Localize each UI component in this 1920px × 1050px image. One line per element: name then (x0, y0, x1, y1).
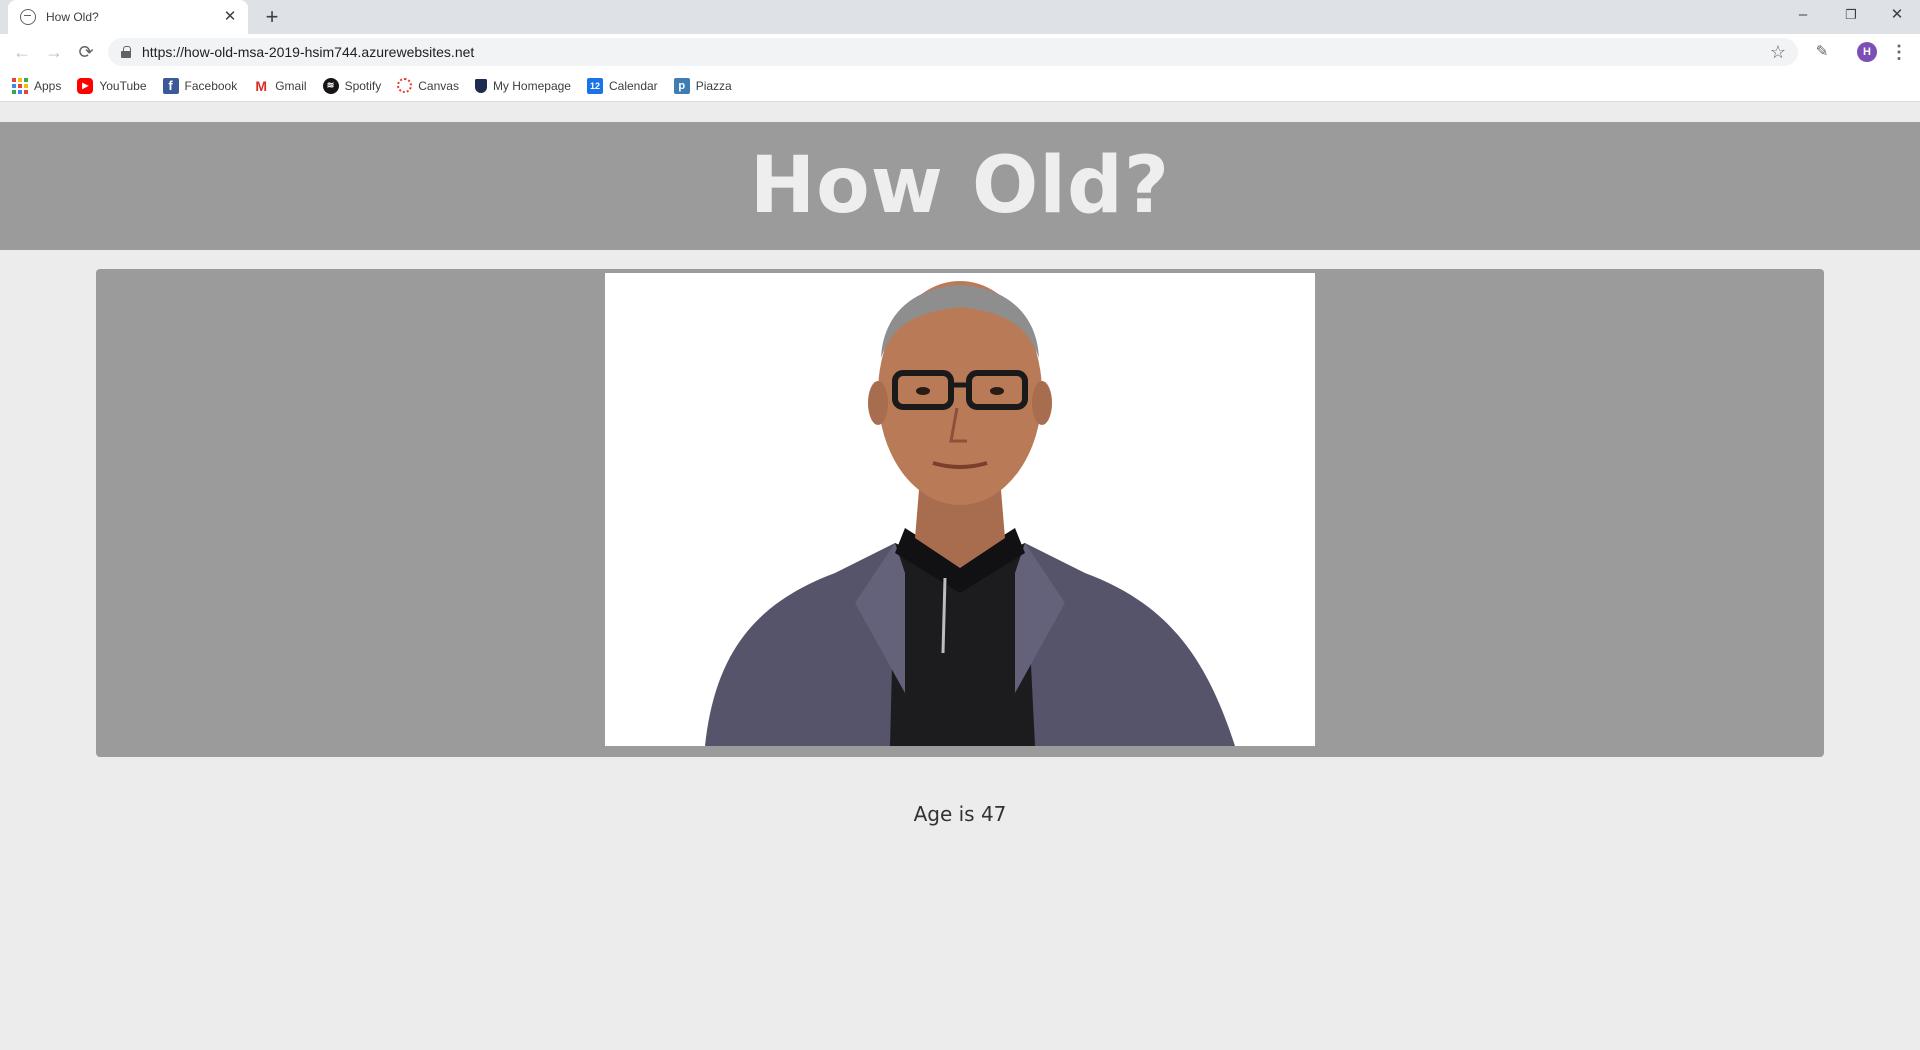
uploaded-photo (605, 273, 1315, 746)
tab-close-icon[interactable]: ✕ (222, 9, 238, 25)
url-text[interactable]: https://how-old-msa-2019-hsim744.azurewe… (142, 44, 474, 60)
bookmark-facebook[interactable]: f Facebook (162, 74, 238, 98)
bookmark-piazza[interactable]: p Piazza (673, 74, 732, 98)
star-icon[interactable]: ☆ (1770, 41, 1786, 63)
page-title: How Old? (749, 141, 1171, 231)
calendar-icon: 12 (586, 77, 603, 94)
bookmark-label: Calendar (608, 78, 658, 93)
site-favicon-icon (20, 9, 36, 25)
reload-icon[interactable]: ⟳ (72, 38, 100, 66)
bookmark-gmail[interactable]: M Gmail (253, 74, 306, 98)
bookmark-youtube[interactable]: ▶ YouTube (77, 74, 147, 98)
bookmark-label: Gmail (275, 78, 307, 93)
bookmark-my-homepage[interactable]: My Homepage (474, 74, 571, 98)
bookmark-label: Apps (34, 78, 62, 93)
lock-icon[interactable] (120, 46, 132, 58)
bookmark-apps[interactable]: Apps (12, 74, 61, 98)
bookmark-label: Canvas (418, 78, 459, 93)
page-viewport: How Old? Age is 47 (0, 103, 1920, 1050)
header-band: How Old? (0, 122, 1920, 250)
bookmark-calendar[interactable]: 12 Calendar (586, 74, 658, 98)
new-tab-button[interactable]: + (258, 4, 286, 30)
restore-button[interactable]: ❐ (1828, 0, 1874, 30)
canvas-icon (397, 78, 413, 93)
address-bar[interactable]: https://how-old-msa-2019-hsim744.azurewe… (108, 38, 1798, 66)
bookmark-label: Piazza (695, 78, 732, 93)
tab-title: How Old? (46, 10, 99, 24)
facebook-icon: f (162, 77, 179, 94)
bookmark-label: Spotify (344, 78, 382, 93)
portrait-illustration (605, 273, 1315, 746)
window-close-button[interactable]: ✕ (1874, 0, 1920, 30)
bookmarks-bar: Apps ▶ YouTube f Facebook M Gmail ≋ Spot… (0, 70, 1920, 102)
avatar[interactable]: H (1857, 42, 1877, 62)
tab-strip: How Old? ✕ + – ❐ ✕ (0, 0, 1920, 34)
bookmark-label: YouTube (99, 78, 147, 93)
shield-icon (474, 78, 487, 93)
browser-tab[interactable]: How Old? ✕ (8, 0, 248, 34)
back-arrow-icon[interactable]: ← (8, 38, 36, 66)
age-result: Age is 47 (913, 802, 1007, 826)
piazza-icon: p (673, 77, 690, 94)
bookmark-canvas[interactable]: Canvas (397, 74, 459, 98)
spotify-icon: ≋ (322, 77, 339, 94)
eyedropper-icon[interactable]: ✎ (1808, 38, 1836, 66)
bookmark-label: Facebook (184, 78, 238, 93)
more-vert-icon[interactable]: ⋮ (1888, 38, 1910, 66)
youtube-icon: ▶ (77, 77, 94, 94)
bookmark-spotify[interactable]: ≋ Spotify (322, 74, 382, 98)
gmail-icon: M (255, 77, 268, 94)
minimize-button[interactable]: – (1780, 0, 1826, 30)
browser-toolbar: ← → ⟳ https://how-old-msa-2019-hsim744.a… (0, 34, 1920, 70)
image-panel (96, 269, 1824, 757)
forward-arrow-icon[interactable]: → (40, 38, 68, 66)
bookmark-label: My Homepage (492, 78, 571, 93)
apps-grid-icon (12, 77, 28, 94)
